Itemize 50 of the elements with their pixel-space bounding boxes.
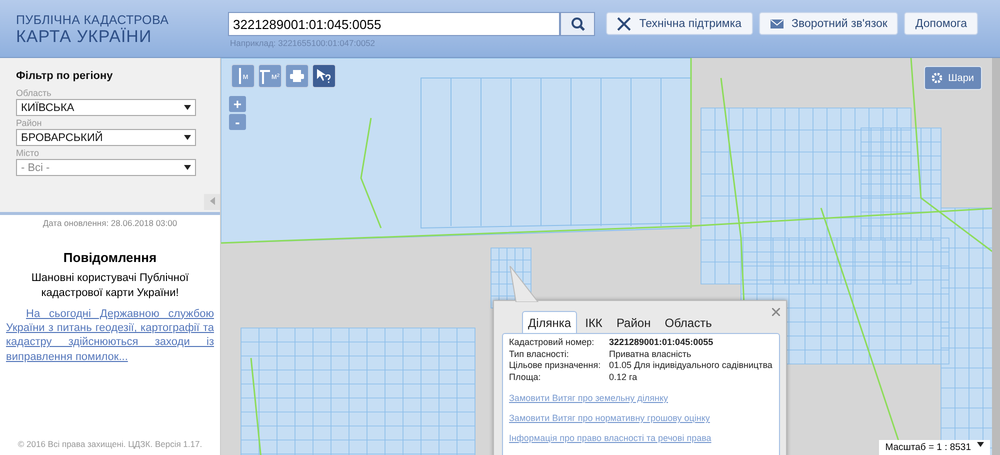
search-button[interactable]: [560, 12, 595, 36]
site-title: КАРТА УКРАЇНИ: [16, 27, 153, 47]
collapse-button[interactable]: [204, 194, 220, 210]
dropdown-caret-icon: [184, 105, 191, 110]
copyright-text: © 2016 Всі права захищені. ЦДЗК. Версія 1.17.: [16, 439, 204, 451]
dropdown-caret-icon: [977, 442, 984, 447]
close-icon: [772, 308, 780, 316]
header-button[interactable]: Технічна підтримка: [606, 12, 753, 35]
envelope-icon: [770, 18, 784, 28]
ruler-icon: [238, 68, 242, 84]
header-button[interactable]: Зворотний зв'язок: [758, 12, 898, 35]
info-label: Тип власності:: [509, 348, 570, 360]
ruler-icon: [260, 68, 270, 84]
header-button[interactable]: Допомога: [904, 12, 978, 35]
field-label: Район: [16, 118, 43, 128]
notice-title: Повідомлення: [62, 250, 158, 265]
filter-title: Фільтр по регіону: [16, 70, 114, 82]
popup-tab[interactable]: Ділянка: [522, 311, 578, 333]
field-label: Місто: [16, 148, 40, 158]
site-title: ПУБЛІЧНА КАДАСТРОВА: [16, 13, 170, 27]
cursor-question-icon: [316, 69, 332, 83]
map-tool-button[interactable]: [285, 64, 309, 88]
layers-button[interactable]: Шари: [924, 66, 982, 90]
info-value: Приватна власність: [609, 348, 692, 360]
notice-link[interactable]: На сьогодні Державною службою України з питань геодезії, картографії та кадастру здійснюються заходи із виправлення помилок...: [0, 300, 220, 364]
info-value: 3221289001:01:045:0055: [609, 337, 714, 348]
info-value: 01.05 Для індивідуального садівництва: [609, 360, 773, 372]
info-label: Кадастровий номер:: [509, 337, 596, 348]
gear-icon: [932, 73, 942, 83]
search-icon: [570, 17, 584, 31]
info-label: Цільове призначення:: [509, 360, 602, 372]
dropdown-caret-icon: [184, 135, 191, 140]
info-value: 0.12 га: [609, 372, 638, 383]
region-select[interactable]: БРОВАРСЬКИЙ: [16, 129, 196, 146]
scale-text: Масштаб = 1 : 8531: [885, 442, 971, 453]
search-field[interactable]: 3221289001:01:045:0055: [228, 12, 560, 36]
popup-tab[interactable]: Район: [610, 311, 657, 333]
caret-icon: [210, 197, 214, 205]
scale-control[interactable]: Масштаб = 1 : 8531: [879, 440, 990, 455]
popup-tab[interactable]: Область: [658, 311, 718, 333]
region-select[interactable]: КИЇВСЬКА: [16, 99, 196, 116]
update-date: Дата оновлення: 28.06.2018 03:00: [42, 218, 178, 228]
map-tool-button[interactable]: [312, 64, 336, 88]
dropdown-caret-icon: [184, 165, 191, 170]
region-select[interactable]: - Всі -: [16, 159, 196, 176]
popup-tab[interactable]: ІКК: [579, 311, 608, 333]
field-label: Область: [16, 88, 52, 98]
notice-greeting: Шановні користувачі Публічної кадастрової карти України!: [30, 271, 190, 301]
tools-icon: [617, 16, 632, 30]
info-label: Площа:: [509, 372, 542, 383]
